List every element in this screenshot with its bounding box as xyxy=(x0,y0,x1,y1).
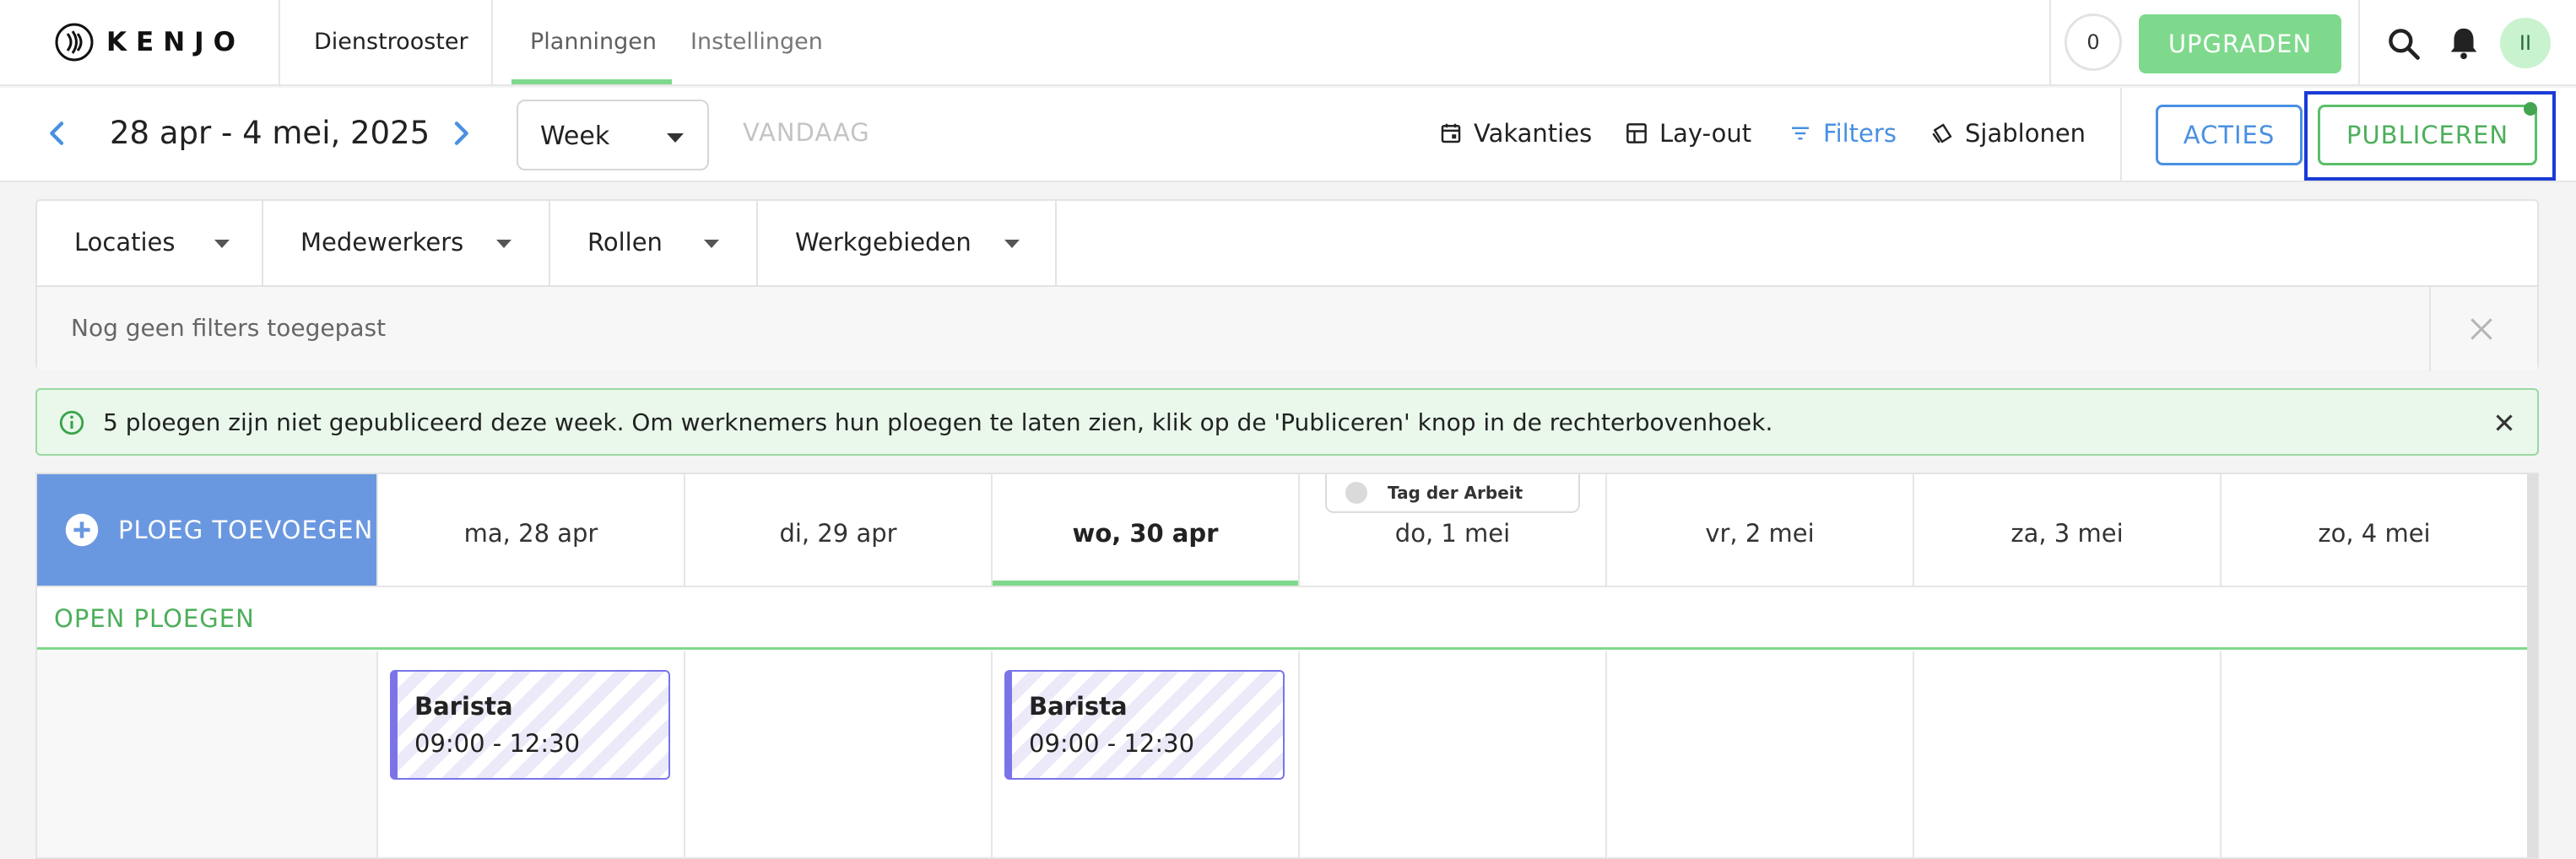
calendar-icon xyxy=(1441,123,1461,143)
info-icon xyxy=(59,410,84,435)
unpublished-shifts-notice: 5 ploegen zijn niet gepubliceerd deze we… xyxy=(35,388,2539,456)
templates-label: Sjablonen xyxy=(1965,119,2086,148)
caret-down-icon xyxy=(496,240,511,248)
column-divider xyxy=(2220,651,2222,857)
shift-card[interactable]: Barista 09:00 - 12:30 xyxy=(390,670,670,780)
filter-rollen-dropdown[interactable]: Rollen xyxy=(550,201,758,285)
column-divider xyxy=(376,651,378,857)
layout-label: Lay-out xyxy=(1659,119,1752,148)
column-divider xyxy=(1298,651,1300,857)
template-icon xyxy=(1932,123,1952,143)
column-divider xyxy=(1913,651,1914,857)
previous-week-arrow-icon[interactable] xyxy=(41,116,74,150)
caret-down-icon xyxy=(704,240,719,248)
open-shifts-label: OPEN PLOEGEN xyxy=(54,604,255,633)
nav-divider xyxy=(279,0,280,84)
nav-divider xyxy=(491,0,493,84)
first-column-background xyxy=(37,651,376,857)
vertical-scrollbar[interactable] xyxy=(2527,474,2537,857)
shift-time: 09:00 - 12:30 xyxy=(1029,729,1195,758)
day-header-za[interactable]: za, 3 mei xyxy=(1913,474,2220,586)
filters-divider xyxy=(2429,287,2431,371)
notice-text: 5 ploegen zijn niet gepubliceerd deze we… xyxy=(103,408,1773,436)
kenjo-logo[interactable]: KENJO xyxy=(54,22,245,62)
day-header-wo[interactable]: wo, 30 apr xyxy=(991,474,1298,586)
holiday-badge[interactable]: Tag der Arbeit xyxy=(1325,474,1580,513)
no-filters-text: Nog geen filters toegepast xyxy=(71,314,387,342)
close-notice-icon[interactable] xyxy=(2490,408,2519,437)
filters-label: Filters xyxy=(1823,119,1897,148)
nav-divider xyxy=(2049,0,2051,84)
column-divider xyxy=(991,651,993,857)
day-header-zo[interactable]: zo, 4 mei xyxy=(2220,474,2527,586)
applied-filters-row: Nog geen filters toegepast xyxy=(37,285,2537,371)
caret-down-icon xyxy=(1004,240,1020,248)
column-divider xyxy=(684,651,685,857)
holiday-toggle-icon[interactable] xyxy=(1345,482,1367,504)
active-tab-indicator xyxy=(511,79,672,84)
kenjo-logo-icon xyxy=(55,23,94,62)
tab-planningen[interactable]: Planningen xyxy=(530,29,657,55)
filters-panel: Locaties Medewerkers Rollen Werkgebieden… xyxy=(35,199,2539,371)
day-header-vr[interactable]: vr, 2 mei xyxy=(1605,474,1913,586)
templates-button[interactable]: Sjablonen xyxy=(1929,118,2086,149)
day-header-di[interactable]: di, 29 apr xyxy=(684,474,991,586)
clear-filters-icon[interactable] xyxy=(2465,312,2498,346)
bell-icon[interactable] xyxy=(2444,24,2483,62)
notification-counter[interactable]: 0 xyxy=(2065,14,2122,71)
schedule-grid: PLOEG TOEVOEGEN ma, 28 apr di, 29 apr wo… xyxy=(35,473,2539,859)
open-shifts-row: OPEN PLOEGEN xyxy=(37,586,2527,650)
date-range: 28 apr - 4 mei, 2025 xyxy=(110,115,430,151)
filter-rollen-label: Rollen xyxy=(587,228,663,257)
logo-text: KENJO xyxy=(106,27,246,57)
layout-button[interactable]: Lay-out xyxy=(1624,118,1751,149)
filter-locaties-label: Locaties xyxy=(74,228,176,257)
top-navigation-bar: KENJO Dienstrooster Planningen Instellin… xyxy=(0,0,2576,86)
filter-medewerkers-dropdown[interactable]: Medewerkers xyxy=(263,201,550,285)
unpublished-indicator-dot xyxy=(2524,102,2537,116)
filter-lines-icon xyxy=(1792,127,1809,140)
today-button[interactable]: VANDAAG xyxy=(743,118,870,147)
filter-locaties-dropdown[interactable]: Locaties xyxy=(37,201,263,285)
toolbar-divider xyxy=(2120,88,2122,181)
filter-werkgebieden-label: Werkgebieden xyxy=(795,228,971,257)
vacations-button[interactable]: Vakanties xyxy=(1438,118,1592,149)
add-shift-label: PLOEG TOEVOEGEN xyxy=(118,516,374,544)
publish-button[interactable]: PUBLICEREN xyxy=(2318,105,2537,165)
caret-down-icon xyxy=(214,240,230,248)
plus-circle-icon xyxy=(65,513,99,547)
shift-time: 09:00 - 12:30 xyxy=(414,729,581,758)
shift-card[interactable]: Barista 09:00 - 12:30 xyxy=(1004,670,1285,780)
shift-role: Barista xyxy=(414,692,513,721)
nav-dienstrooster[interactable]: Dienstrooster xyxy=(314,29,468,55)
view-select[interactable]: Week xyxy=(517,100,709,170)
tab-instellingen[interactable]: Instellingen xyxy=(690,29,823,55)
schedule-toolbar: 28 apr - 4 mei, 2025 Week VANDAAG Vakant… xyxy=(0,88,2576,182)
actions-button[interactable]: ACTIES xyxy=(2156,105,2303,165)
vacations-label: Vakanties xyxy=(1474,119,1593,148)
shift-role: Barista xyxy=(1029,692,1128,721)
nav-divider xyxy=(2358,0,2360,84)
layout-icon xyxy=(1626,123,1647,143)
filters-button[interactable]: Filters xyxy=(1788,118,1897,149)
search-icon[interactable] xyxy=(2385,25,2422,62)
user-avatar[interactable]: II xyxy=(2500,18,2551,68)
upgrade-button[interactable]: UPGRADEN xyxy=(2139,14,2341,73)
column-divider xyxy=(1605,651,1607,857)
filter-medewerkers-label: Medewerkers xyxy=(300,228,464,257)
add-shift-button[interactable]: PLOEG TOEVOEGEN xyxy=(37,474,376,586)
holiday-label: Tag der Arbeit xyxy=(1388,483,1523,503)
filter-werkgebieden-dropdown[interactable]: Werkgebieden xyxy=(758,201,1057,285)
view-select-value: Week xyxy=(540,122,610,151)
caret-down-icon xyxy=(667,133,684,143)
next-week-arrow-icon[interactable] xyxy=(444,116,478,150)
day-header-ma[interactable]: ma, 28 apr xyxy=(376,474,684,586)
